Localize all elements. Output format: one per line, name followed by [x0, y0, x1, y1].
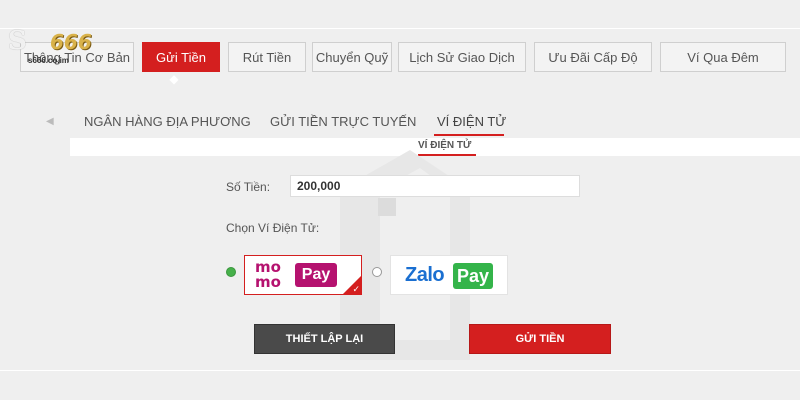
tab-deposit[interactable]: Gửi Tiền — [142, 42, 220, 72]
subtab-local-bank[interactable]: NGÂN HÀNG ĐỊA PHƯƠNG — [84, 114, 251, 129]
reset-button[interactable]: THIẾT LẬP LẠI — [254, 324, 395, 354]
subtab-active-underline — [434, 134, 504, 136]
zalopay-logo-text: Zalo — [405, 264, 445, 286]
submit-button-label: GỬI TIỀN — [515, 333, 565, 345]
subtab-online-deposit[interactable]: GỬI TIỀN TRỰC TUYẾN — [270, 114, 416, 129]
tab-level-rewards[interactable]: Ưu Đãi Cấp Độ — [534, 42, 652, 72]
tab-withdraw[interactable]: Rút Tiền — [228, 42, 306, 72]
logo-number: 666 — [50, 30, 92, 54]
tab-label: Ví Qua Đêm — [687, 49, 759, 65]
bottom-divider — [0, 370, 800, 371]
wallet-choice-label: Chọn Ví Điện Tử: — [226, 221, 320, 235]
check-icon: ✓ — [352, 284, 360, 294]
tab-label: Chuyển Quỹ — [315, 49, 389, 65]
amount-input[interactable] — [290, 175, 580, 197]
logo-domain: s666.co.im — [28, 56, 69, 65]
scroll-left-icon[interactable]: ◀ — [46, 116, 54, 127]
tab-transaction-history[interactable]: Lịch Sử Giao Dịch — [398, 42, 526, 72]
amount-label: Số Tiền: — [226, 180, 271, 194]
tab-label: Rút Tiền — [242, 49, 292, 65]
subtab-e-wallet[interactable]: VÍ ĐIỆN TỬ — [437, 114, 506, 129]
tab-fund-transfer[interactable]: Chuyển Quỹ — [312, 42, 392, 72]
submit-deposit-button[interactable]: GỬI TIỀN — [469, 324, 611, 354]
brand-logo[interactable]: S 666 s666.co.im — [8, 26, 104, 68]
deposit-method-tabs: ◀ NGÂN HÀNG ĐỊA PHƯƠNG GỬI TIỀN TRỰC TUY… — [0, 108, 800, 138]
main-tab-bar: Thông Tin Cơ Bản Gửi Tiền Rút Tiền Chuyể… — [0, 42, 800, 74]
momo-pay-badge: Pay — [295, 263, 337, 287]
momo-radio[interactable] — [226, 267, 236, 277]
reset-button-label: THIẾT LẬP LẠI — [285, 333, 364, 345]
tab-label: Gửi Tiền — [156, 49, 206, 65]
zalopay-pay-badge: Pay — [453, 263, 493, 289]
tab-label: Ưu Đãi Cấp Độ — [548, 49, 638, 65]
top-divider — [0, 28, 800, 29]
zalopay-wallet-option[interactable]: Zalo Pay — [390, 255, 508, 295]
momo-logo-text: mo mo — [255, 258, 281, 291]
momo-wallet-option[interactable]: mo mo Pay ✓ — [244, 255, 362, 295]
active-tab-pointer-icon: ◆ — [169, 72, 179, 86]
tab-overnight-wallet[interactable]: Ví Qua Đêm — [660, 42, 786, 72]
tab-label: Lịch Sử Giao Dịch — [409, 49, 515, 65]
logo-wordmark: S — [8, 26, 27, 56]
zalopay-radio[interactable] — [372, 267, 382, 277]
